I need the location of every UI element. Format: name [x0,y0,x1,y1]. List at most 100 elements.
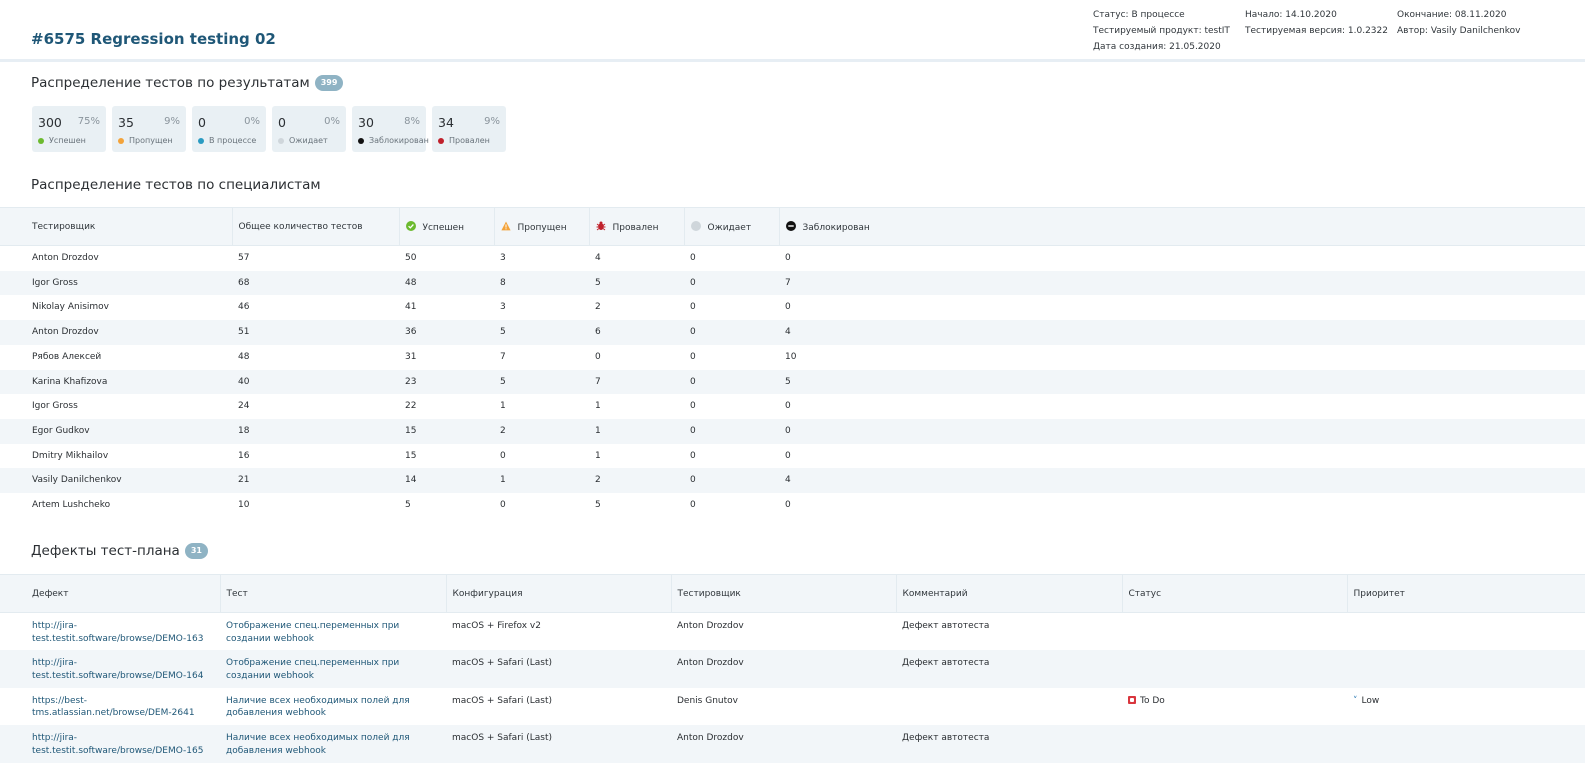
column-header[interactable]: Конфигурация [445,574,671,613]
priority-text: Low [1361,695,1380,706]
defects-section-title: Дефекты тест-плана 31 [31,543,208,559]
result-label: В процессе [198,136,256,145]
tester-name: Vasily Danilchenkov [0,468,232,494]
test-link[interactable]: Отображение спец.переменных при создании … [226,620,446,645]
column-header[interactable]: Успешен [398,207,494,246]
specialists-section-title: Распределение тестов по специалистам [31,177,321,193]
test-count-cell: 0 [785,302,791,313]
defects-table: Дефект Тест Конфигурация Тестировщик Коммент… [0,574,1585,763]
test-count-cell: 5 [494,369,589,395]
column-header-label: Конфигурация [452,588,523,599]
result-percent: 9% [164,116,180,127]
defect-link-line: http://jira- [32,658,78,668]
results-total-badge: 399 [314,75,344,91]
column-header[interactable]: Дефект [0,574,220,613]
defects-header-row: Дефект Тест Конфигурация Тестировщик Коммент… [0,574,1585,613]
test-count-cell: 4 [779,468,1585,494]
test-cell: Наличие всех необходимых полей для добавл… [220,688,446,726]
result-label: Провален [438,136,490,145]
defect-link[interactable]: http://jira-test.testit.software/browse/… [32,620,220,645]
test-count-cell: 7 [779,270,1585,296]
test-count-cell: 15 [399,418,494,444]
test-count-cell: 51 [232,320,399,345]
table-row: http://jira-test.testit.software/browse/… [0,725,1585,763]
comment-cell: Дефект автотеста [902,621,990,631]
test-link[interactable]: Наличие всех необходимых полей для добавл… [226,732,446,757]
defect-link[interactable]: http://jira-test.testit.software/browse/… [32,657,220,682]
column-header[interactable]: Тест [219,574,446,613]
column-header[interactable]: Статус [1121,574,1347,613]
column-header[interactable]: Ожидает [683,207,779,246]
test-count-cell: 2 [494,418,589,444]
test-count-cell: 1 [595,450,601,461]
test-count-cell: 0 [595,351,601,362]
column-header-label: Тестировщик [677,588,741,599]
defect-cell: http://jira-test.testit.software/browse/… [0,613,220,651]
test-count-cell: 0 [684,468,779,494]
column-header-label: Статус [1128,588,1162,599]
test-count-cell: 23 [399,369,494,395]
test-link[interactable]: Наличие всех необходимых полей для добавл… [226,695,446,720]
result-count: 35 [118,115,134,130]
column-header[interactable]: Тестировщик [670,574,896,613]
status-dot-icon [358,137,364,144]
priority-cell [1347,650,1585,688]
test-count-cell: 40 [232,369,399,395]
check-circle-icon [405,220,416,231]
defect-link[interactable]: http://jira-test.testit.software/browse/… [32,732,220,757]
created-date: Дата создания: 21.05.2020 [1093,42,1221,52]
test-count-cell: 0 [785,401,791,412]
table-row: http://jira-test.testit.software/browse/… [0,613,1585,651]
defect-cell: http://jira-test.testit.software/browse/… [0,650,220,688]
test-count-cell: 15 [405,450,417,461]
test-count-cell: 22 [405,401,417,412]
meta-column-2: Начало: 14.10.2020 Тестируемая версия: 1… [1245,7,1388,39]
result-card[interactable]: 34 9% Провален [432,106,506,152]
test-count-cell: 14 [399,468,494,494]
test-count-cell: 57 [238,253,250,263]
result-label-text: Ожидает [289,136,328,145]
test-count-cell: 0 [684,418,779,444]
test-count-cell: 41 [405,302,417,313]
tester-name: Dmitry Mikhailov [32,450,109,461]
column-header[interactable]: Общее количество тестов [231,207,399,246]
test-link[interactable]: Отображение спец.переменных при создании … [226,657,446,682]
result-count: 300 [38,115,62,130]
tester-name: Karina Khafizova [0,369,232,395]
result-card[interactable]: 0 0% В процессе [192,106,266,152]
priority-cell: ˅ Low [1347,688,1585,726]
test-count-cell: 0 [684,270,779,296]
tester-name: Igor Gross [0,270,232,296]
column-header-label: Пропущен [517,222,567,233]
result-card[interactable]: 300 75% Успешен [32,106,106,152]
column-header[interactable]: Тестировщик [0,207,232,246]
test-count-cell: 7 [500,351,506,362]
result-card[interactable]: 30 8% Заблокирован [352,106,429,152]
test-count-cell: 0 [690,302,696,313]
defect-link-line: test.testit.software/browse/DEMO-164 [32,670,204,681]
version-text: Тестируемая версия: 1.0.2322 [1245,26,1388,36]
test-link-line: Наличие всех необходимых полей для [226,733,410,743]
result-card[interactable]: 0 0% Ожидает [272,106,346,152]
tester-name: Egor Gudkov [0,418,232,444]
column-header-label: Тест [226,588,248,599]
defect-link-line: test.testit.software/browse/DEMO-165 [32,745,204,756]
result-card[interactable]: 35 9% Пропущен [112,106,186,152]
column-header[interactable]: Пропущен [493,207,589,246]
test-count-cell: 48 [238,351,250,362]
column-header[interactable]: Приоритет [1346,574,1585,613]
status-cell [1122,725,1347,763]
test-count-cell: 1 [500,401,506,412]
status-cell [1122,613,1347,651]
column-header-label: Ожидает [707,222,752,233]
tester-name: Рябов Алексей [32,351,102,362]
column-header[interactable]: Комментарий [895,574,1122,613]
column-header[interactable]: Провален [588,207,684,246]
column-header-label: Провален [612,222,659,233]
page-title: #6575 Regression testing 02 [31,30,276,48]
test-count-cell: 7 [589,369,684,395]
column-header[interactable]: Заблокирован [778,207,1585,246]
defect-link[interactable]: https://best-tms.atlassian.net/browse/DE… [32,695,220,720]
result-label: Ожидает [278,136,328,145]
test-link-line: добавления webhook [226,745,326,756]
